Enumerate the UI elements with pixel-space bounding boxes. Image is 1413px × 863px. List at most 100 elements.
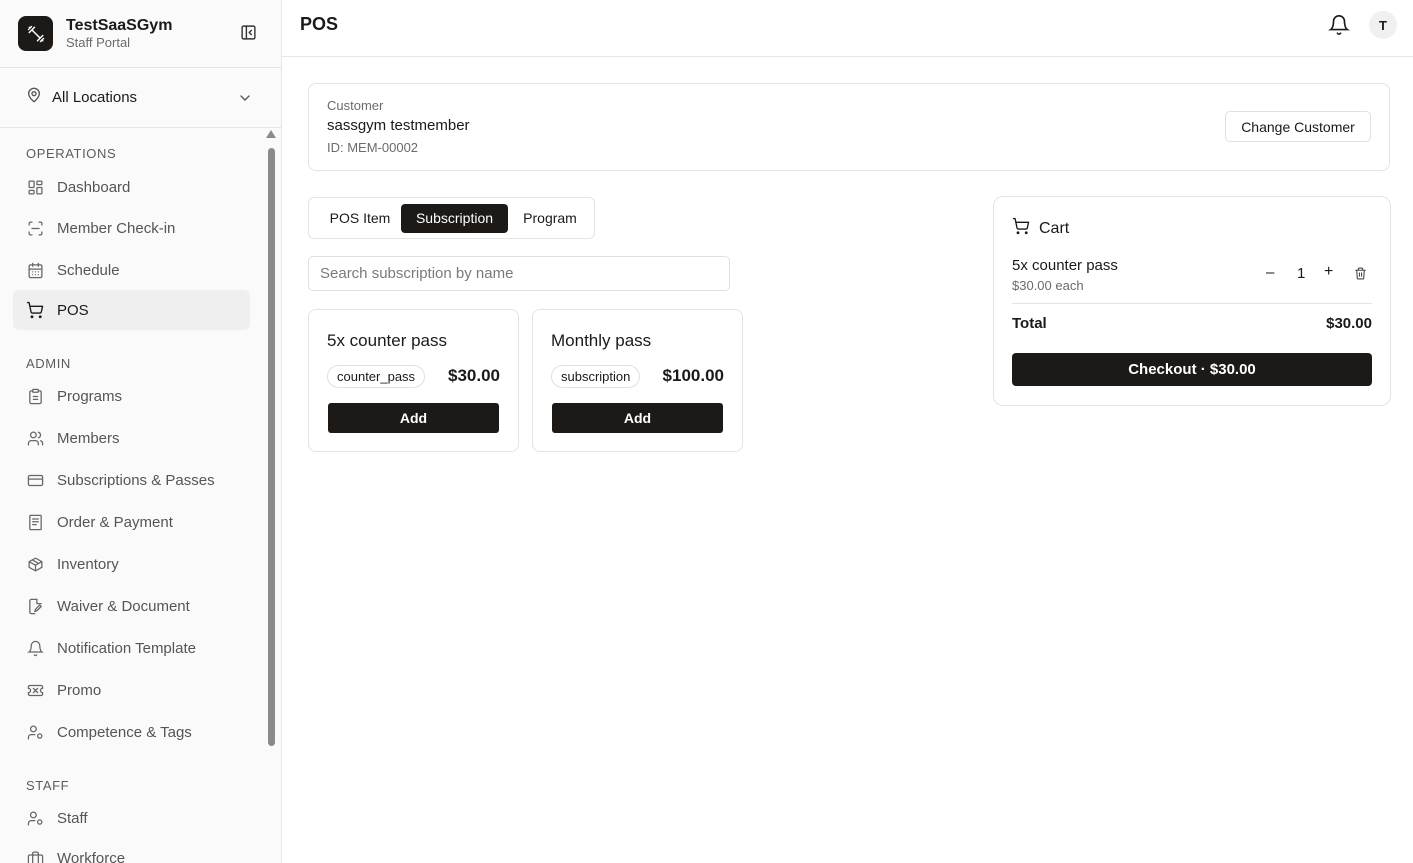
product-card: 5x counter pass counter_pass $30.00 Add [308, 309, 519, 452]
sidebar-item-label: Members [57, 429, 120, 447]
cart-header: Cart [1012, 217, 1069, 240]
product-price: $100.00 [662, 366, 724, 385]
cart-divider [1012, 303, 1372, 304]
section-title-staff: STAFF [26, 778, 70, 793]
cart-icon [26, 301, 44, 319]
product-type-badge: subscription [551, 365, 641, 388]
sidebar-item-label: Member Check-in [57, 219, 176, 237]
ticket-icon [26, 681, 44, 699]
sidebar-item-member-check-in[interactable]: Member Check-in [13, 206, 250, 250]
bell-icon [26, 639, 44, 657]
sidebar-item-staff[interactable]: Staff [13, 798, 250, 838]
trash-icon[interactable] [1354, 267, 1367, 285]
section-title-admin: ADMIN [26, 356, 71, 371]
sidebar-item-workforce[interactable]: Workforce [13, 838, 250, 863]
sidebar-item-dashboard[interactable]: Dashboard [13, 168, 250, 206]
sidebar-item-label: Competence & Tags [57, 723, 192, 741]
customer-card: Customer sassgym testmember ID: MEM-0000… [308, 83, 1390, 171]
sidebar-item-label: Staff [57, 809, 88, 827]
sidebar-item-waiver-document[interactable]: Waiver & Document [13, 584, 250, 628]
receipt-icon [26, 513, 44, 531]
decrease-quantity-button[interactable]: – [1266, 264, 1274, 281]
total-label: Total [1012, 315, 1047, 332]
sidebar-item-notification-template[interactable]: Notification Template [13, 628, 250, 668]
sidebar-item-subscriptions-passes[interactable]: Subscriptions & Passes [13, 460, 250, 500]
top-bar: POS T [282, 0, 1413, 57]
dashboard-icon [26, 178, 44, 196]
product-type-badge: counter_pass [327, 365, 426, 388]
scan-icon [26, 219, 44, 237]
sidebar-item-schedule[interactable]: Schedule [13, 250, 250, 290]
sidebar-scrollbar[interactable] [266, 130, 276, 863]
sidebar-item-label: Schedule [57, 261, 120, 279]
scrollbar-thumb[interactable] [268, 148, 275, 746]
sidebar-collapse-icon[interactable] [238, 22, 258, 42]
cart-title: Cart [1039, 219, 1070, 237]
change-customer-button[interactable]: Change Customer [1225, 111, 1371, 142]
user-cog-icon [26, 809, 44, 827]
add-to-cart-button[interactable]: Add [552, 403, 723, 433]
add-to-cart-button[interactable]: Add [328, 403, 499, 433]
sidebar-item-label: POS [57, 301, 89, 319]
sidebar-item-promo[interactable]: Promo [13, 668, 250, 712]
product-card: Monthly pass subscription $100.00 Add [532, 309, 743, 452]
brand-header: TestSaaSGym Staff Portal [0, 0, 281, 68]
sidebar-item-label: Subscriptions & Passes [57, 471, 215, 489]
sidebar-item-competence-tags[interactable]: Competence & Tags [13, 712, 250, 752]
tab-pos-item[interactable]: POS Item [317, 204, 403, 233]
sidebar-item-label: Waiver & Document [57, 597, 190, 615]
map-pin-icon [26, 87, 42, 108]
calendar-icon [26, 261, 44, 279]
location-selector[interactable]: All Locations [0, 68, 281, 128]
sidebar: TestSaaSGym Staff Portal All Locations O… [0, 0, 282, 863]
sidebar-item-label: Dashboard [57, 178, 131, 196]
dumbbell-logo-icon [18, 16, 53, 51]
cart-item-quantity: 1 [1297, 265, 1306, 282]
page-title: POS [300, 14, 339, 34]
customer-name: sassgym testmember [327, 117, 470, 134]
sidebar-item-label: Promo [57, 681, 102, 699]
customer-label: Customer [327, 98, 384, 113]
user-cog-icon [26, 723, 44, 741]
credit-card-icon [26, 471, 44, 489]
total-value: $30.00 [1326, 315, 1372, 332]
sidebar-item-order-payment[interactable]: Order & Payment [13, 500, 250, 544]
sidebar-item-label: Workforce [57, 849, 126, 863]
sidebar-item-label: Order & Payment [57, 513, 173, 531]
notification-bell-icon[interactable] [1328, 14, 1350, 36]
sidebar-item-pos[interactable]: POS [13, 290, 250, 330]
sidebar-item-label: Inventory [57, 555, 119, 573]
sidebar-item-label: Programs [57, 387, 123, 405]
tab-subscription[interactable]: Subscription [401, 204, 508, 233]
item-type-tabs: POS Item Subscription Program [308, 197, 595, 239]
brand-name: TestSaaSGym [66, 17, 173, 34]
file-edit-icon [26, 597, 44, 615]
cart-icon [1012, 217, 1030, 240]
product-name: Monthly pass [551, 331, 652, 350]
scroll-up-arrow-icon[interactable] [266, 130, 276, 138]
checkout-button[interactable]: Checkout · $30.00 [1012, 353, 1372, 386]
cart-item-unit-price: $30.00 each [1012, 278, 1084, 293]
sidebar-item-label: Notification Template [57, 639, 196, 657]
users-icon [26, 429, 44, 447]
tab-program[interactable]: Program [513, 204, 587, 233]
chevron-down-icon [237, 90, 253, 111]
sidebar-item-members[interactable]: Members [13, 416, 250, 460]
avatar[interactable]: T [1369, 11, 1397, 39]
package-icon [26, 555, 44, 573]
clipboard-icon [26, 387, 44, 405]
cart-panel: Cart 5x counter pass $30.00 each – 1 + T… [993, 196, 1391, 406]
search-input[interactable] [308, 256, 730, 291]
brand-subtitle: Staff Portal [66, 35, 131, 50]
location-label: All Locations [52, 89, 138, 106]
sidebar-nav: OPERATIONS Dashboard Member Check-in Sch… [0, 128, 265, 863]
cart-item-name: 5x counter pass [1012, 257, 1118, 274]
product-price: $30.00 [448, 366, 500, 385]
increase-quantity-button[interactable]: + [1324, 263, 1333, 281]
product-name: 5x counter pass [327, 331, 448, 350]
sidebar-item-inventory[interactable]: Inventory [13, 544, 250, 584]
customer-id: ID: MEM-00002 [327, 140, 419, 155]
briefcase-icon [26, 849, 44, 863]
section-title-operations: OPERATIONS [26, 146, 117, 161]
sidebar-item-programs[interactable]: Programs [13, 376, 250, 416]
